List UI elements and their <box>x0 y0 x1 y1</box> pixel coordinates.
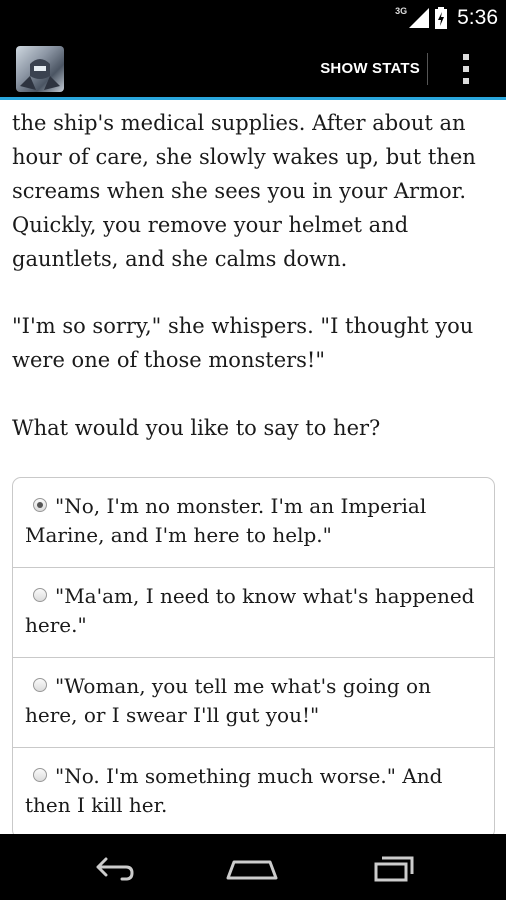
armor-helmet-icon <box>20 59 60 90</box>
choice-label: "No, I'm no monster. I'm an Imperial Mar… <box>25 494 427 547</box>
back-icon[interactable] <box>84 844 144 890</box>
action-bar: SHOW STATS <box>0 36 506 100</box>
choice-label: "Woman, you tell me what's going on here… <box>25 674 431 727</box>
radio-button-checked[interactable] <box>33 497 47 512</box>
clock: 5:36 <box>457 6 498 29</box>
network-type-label: 3G <box>395 6 408 16</box>
choice-option[interactable]: "Ma'am, I need to know what's happened h… <box>13 568 494 658</box>
status-bar: 3G 5:36 <box>0 0 506 36</box>
choice-option[interactable]: "No, I'm no monster. I'm an Imperial Mar… <box>13 478 494 568</box>
battery-icon <box>435 7 448 29</box>
show-stats-button[interactable]: SHOW STATS <box>320 36 420 100</box>
status-icons: 3G 5:36 <box>395 0 498 36</box>
navigation-bar <box>0 834 506 900</box>
choice-label: "No. I'm something much worse." And then… <box>25 764 443 817</box>
radio-button[interactable] <box>33 587 47 602</box>
action-divider <box>427 53 428 85</box>
radio-button[interactable] <box>33 677 47 692</box>
overflow-menu-icon[interactable] <box>448 50 484 88</box>
signal-icon <box>409 8 430 28</box>
choice-option[interactable]: "Woman, you tell me what's going on here… <box>13 658 494 748</box>
app-icon[interactable] <box>16 46 64 92</box>
choice-list: "No, I'm no monster. I'm an Imperial Mar… <box>12 477 495 834</box>
story-paragraph: "I'm so sorry," she whispers. "I thought… <box>12 314 474 372</box>
choice-option[interactable]: "No. I'm something much worse." And then… <box>13 748 494 834</box>
choice-label: "Ma'am, I need to know what's happened h… <box>25 584 475 637</box>
story-text: the ship's medical supplies. After about… <box>0 106 506 445</box>
home-icon[interactable] <box>222 844 282 890</box>
story-question: What would you like to say to her? <box>12 416 381 440</box>
recent-apps-icon[interactable] <box>364 844 424 890</box>
radio-button[interactable] <box>33 767 47 782</box>
story-paragraph: the ship's medical supplies. After about… <box>12 111 476 271</box>
story-content[interactable]: the ship's medical supplies. After about… <box>0 100 506 834</box>
